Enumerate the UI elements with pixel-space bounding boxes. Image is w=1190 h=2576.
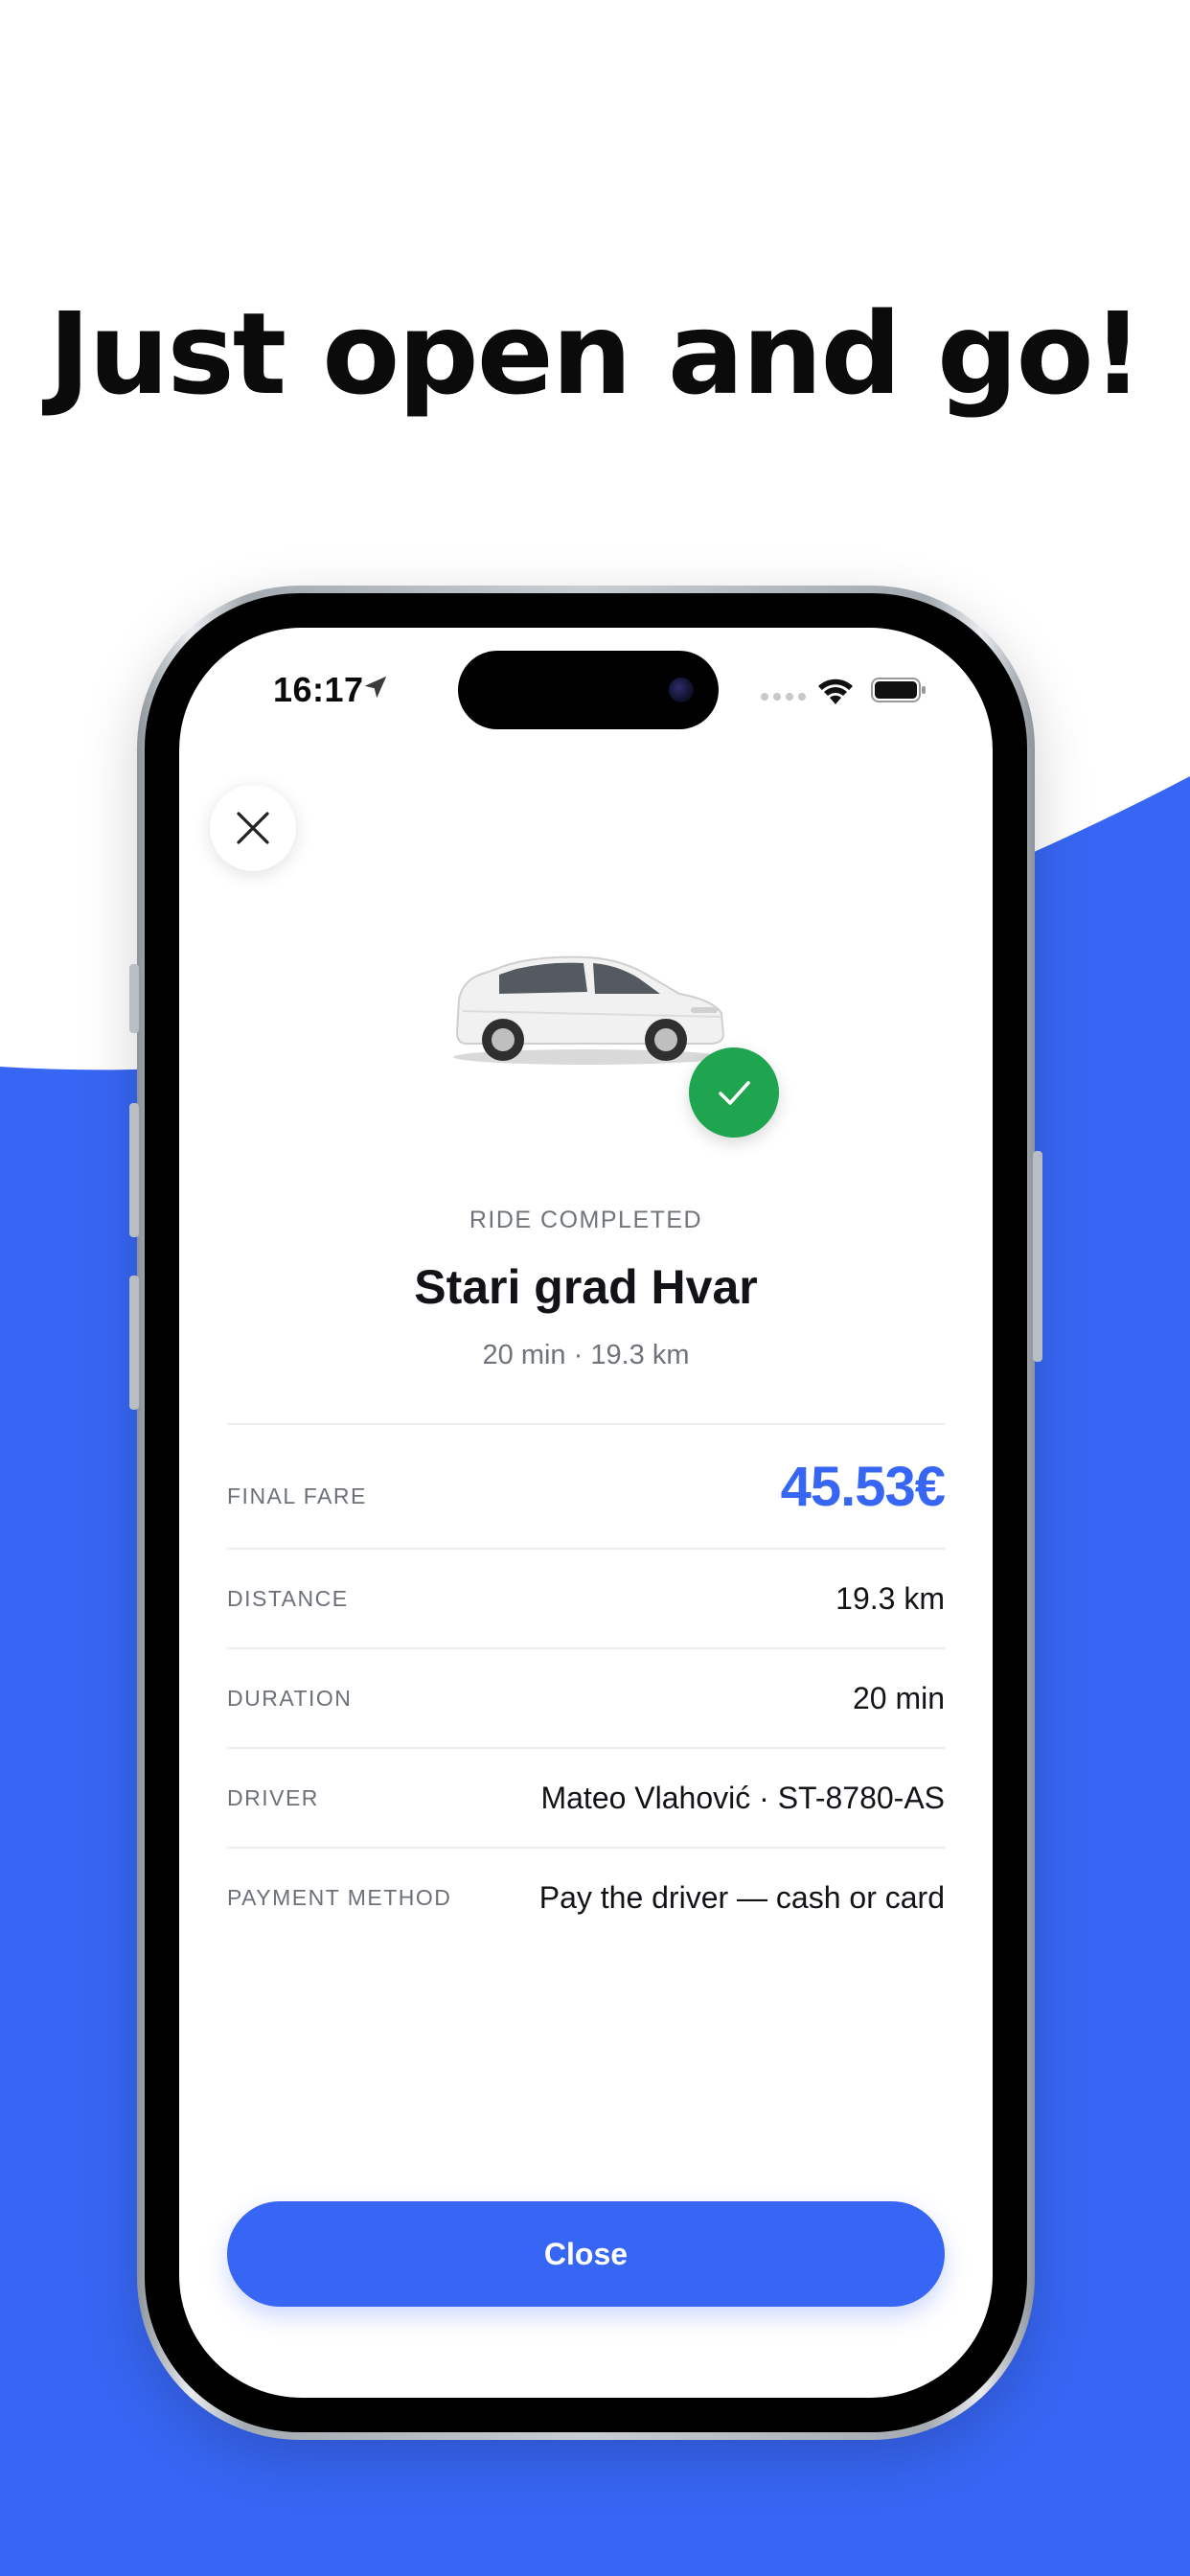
detail-label: FINAL FARE: [227, 1483, 367, 1508]
power-button: [1033, 1151, 1042, 1362]
detail-value: Pay the driver — cash or card: [538, 1879, 945, 1915]
car-illustration: [453, 955, 725, 1065]
battery-icon: [871, 678, 926, 702]
ride-summary: 20 min · 19.3 km: [482, 1340, 690, 1370]
headline: Just open and go!: [48, 288, 1144, 420]
phone-screen: 16:17 RIDE COMPLETED Stari grad Hvar 20 …: [179, 628, 993, 2398]
detail-value: Mateo Vlahović · ST-8780-AS: [540, 1780, 945, 1815]
ride-completed-badge: [689, 1047, 779, 1138]
wifi-icon: [818, 678, 853, 704]
detail-label: DURATION: [227, 1685, 353, 1711]
checkmark-icon: [719, 1081, 750, 1105]
detail-row-payment-method: PAYMENT METHOD Pay the driver — cash or …: [227, 1847, 945, 1946]
ride-status: RIDE COMPLETED: [469, 1207, 703, 1233]
detail-row-final-fare: FINAL FARE 45.53€: [227, 1423, 946, 1548]
ride-details-list: FINAL FARE 45.53€ DISTANCE 19.3 km DURAT…: [227, 1423, 946, 1946]
status-time: 16:17: [273, 670, 364, 709]
camera-icon: [669, 678, 694, 702]
detail-label: DISTANCE: [227, 1585, 349, 1611]
detail-row-distance: DISTANCE 19.3 km: [227, 1548, 945, 1647]
action-button: [129, 964, 139, 1033]
detail-value: 20 min: [852, 1680, 945, 1715]
volume-down-button: [129, 1276, 139, 1410]
volume-up-button: [129, 1103, 139, 1237]
dismiss-button[interactable]: [210, 785, 296, 871]
close-button[interactable]: Close: [227, 2201, 945, 2307]
detail-row-duration: DURATION 20 min: [227, 1647, 945, 1747]
close-icon: [237, 812, 269, 844]
location-arrow-icon: [364, 676, 387, 699]
destination-title: Stari grad Hvar: [414, 1260, 758, 1314]
dynamic-island: [458, 651, 719, 729]
detail-value: 19.3 km: [835, 1580, 945, 1616]
phone-frame: 16:17 RIDE COMPLETED Stari grad Hvar 20 …: [129, 586, 1042, 2440]
fare-amount: 45.53€: [780, 1455, 946, 1518]
detail-label: DRIVER: [227, 1784, 319, 1810]
detail-row-driver: DRIVER Mateo Vlahović · ST-8780-AS: [227, 1747, 945, 1847]
detail-label: PAYMENT METHOD: [227, 1884, 452, 1910]
cellular-signal-icon: [761, 693, 806, 701]
